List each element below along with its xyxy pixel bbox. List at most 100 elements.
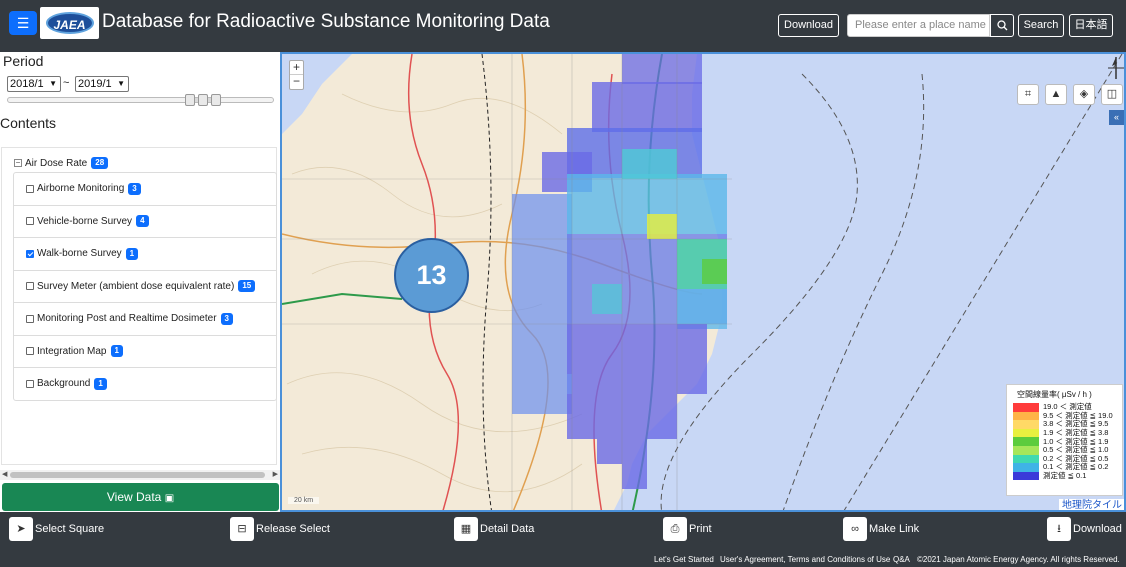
print-button[interactable]: ⎙ Print (663, 517, 712, 541)
minus-square-icon: ⊟ (230, 517, 254, 541)
contents-title: Contents (0, 115, 57, 131)
zoom-out-button[interactable]: − (290, 75, 303, 89)
make-link-label: Make Link (869, 523, 920, 535)
legend-swatch (1013, 411, 1039, 421)
legend-swatch (1013, 437, 1039, 446)
image-icon: ▣ (164, 493, 175, 504)
content-item[interactable]: Vehicle-borne Survey 4 (13, 204, 277, 238)
zoom-control: + − (289, 60, 304, 90)
range-handle-start[interactable] (185, 94, 195, 106)
jaea-logo: JAEA (40, 7, 99, 39)
terms-link[interactable]: User's Agreement, Terms and Conditions o… (720, 555, 890, 564)
content-item-label: Monitoring Post and Realtime Dosimeter (37, 313, 217, 325)
bottom-toolbar: ➤ Select Square ⊟ Release Select ▦ Detai… (0, 512, 1126, 546)
grid-icon[interactable]: ⌗ (1017, 84, 1039, 105)
legend-rows: 19.0 ＜ 測定値 9.5 ＜ 測定値 ≦ 19.0 3.8 ＜ 測定値 ≦ 9.… (1013, 403, 1116, 481)
period-from-select[interactable]: 2018/1 ▼ (7, 76, 61, 92)
map-view[interactable]: + − ⌗ ▲ ◈ ◫ « 13 空間線量率( μSv / h ) 19.0 ＜… (280, 52, 1126, 512)
legend-label: 測定値 ≦ 0.1 (1043, 471, 1087, 481)
scroll-right-icon[interactable]: ▶ (273, 470, 278, 478)
compare-icon[interactable]: ◫ (1101, 84, 1123, 105)
count-badge: 1 (94, 377, 107, 390)
collapse-panel-icon[interactable]: « (1109, 110, 1124, 125)
release-select-button[interactable]: ⊟ Release Select (230, 517, 330, 541)
select-square-label: Select Square (35, 523, 105, 535)
search-button[interactable]: Search (1018, 14, 1064, 37)
app-title: Database for Radioactive Substance Monit… (102, 11, 550, 32)
legend-swatch (1013, 463, 1039, 472)
checkbox[interactable] (26, 314, 34, 323)
terrain-icon[interactable]: ▲ (1045, 84, 1067, 105)
download-button[interactable]: Download (778, 14, 839, 37)
menu-icon[interactable]: ☰ (9, 11, 37, 35)
content-item[interactable]: Airborne Monitoring 3 (13, 172, 277, 206)
legend-swatch (1013, 471, 1039, 481)
tree-root-air-dose-rate[interactable]: − Air Dose Rate 28 (14, 157, 109, 169)
print-label: Print (689, 523, 712, 535)
horizontal-scrollbar[interactable]: ◀ ▶ (0, 470, 280, 480)
content-item[interactable]: Monitoring Post and Realtime Dosimeter 3 (13, 302, 277, 336)
qa-link[interactable]: Q&A (893, 555, 910, 564)
content-item[interactable]: Background 1 (13, 367, 277, 401)
scale-bar: 20 km (288, 497, 320, 504)
tile-credit-link[interactable]: 地理院タイル (1059, 499, 1124, 510)
view-data-button[interactable]: View Data ▣ (2, 483, 279, 511)
download-icon: ⭳ (1047, 517, 1071, 541)
checkbox[interactable] (26, 347, 34, 356)
select-square-button[interactable]: ➤ Select Square (9, 517, 104, 541)
make-link-button[interactable]: ∞ Make Link (843, 517, 919, 541)
layers-icon[interactable]: ◈ (1073, 84, 1095, 105)
tree-root-label: Air Dose Rate (25, 157, 88, 169)
content-item[interactable]: Survey Meter (ambient dose equivalent ra… (13, 269, 277, 303)
scroll-left-icon[interactable]: ◀ (2, 470, 7, 478)
period-separator: ~ (63, 77, 70, 89)
release-select-label: Release Select (256, 523, 330, 535)
checkbox[interactable] (26, 282, 34, 291)
scrollbar-thumb[interactable] (10, 472, 265, 478)
period-title: Period (3, 53, 44, 69)
checkbox[interactable] (26, 184, 34, 193)
print-icon: ⎙ (663, 517, 687, 541)
zoom-in-button[interactable]: + (290, 61, 303, 75)
content-item[interactable]: Integration Map 1 (13, 334, 277, 368)
sidebar: Period 2018/1 ▼ ~ 2019/1 ▼ Contents − Air … (0, 52, 280, 512)
checkbox[interactable] (26, 217, 34, 226)
count-badge: 3 (128, 182, 141, 195)
checkbox-checked[interactable] (26, 249, 34, 258)
chevron-down-icon: ▼ (117, 79, 125, 88)
bottom-download-button[interactable]: ⭳ Download (1047, 517, 1122, 541)
link-icon: ∞ (843, 517, 867, 541)
count-badge: 28 (91, 157, 109, 169)
legend-label: 1.9 ＜ 測定値 ≦ 3.8 (1043, 428, 1109, 438)
period-to-value: 2019/1 (78, 78, 112, 90)
period-to-select[interactable]: 2019/1 ▼ (75, 76, 129, 92)
checkbox[interactable] (26, 379, 34, 388)
cluster-marker[interactable]: 13 (394, 238, 469, 313)
content-item-label: Vehicle-borne Survey (37, 215, 133, 227)
range-handle-mid[interactable] (198, 94, 208, 106)
bottom-download-label: Download (1073, 523, 1122, 535)
count-badge: 1 (125, 247, 139, 260)
logo-text: JAEA (45, 12, 94, 34)
legend-title: 空間線量率( μSv / h ) (1017, 390, 1092, 399)
content-item-label: Walk-borne Survey (37, 248, 122, 260)
getting-started-link[interactable]: Let's Get Started (654, 555, 714, 564)
detail-data-label: Detail Data (480, 523, 535, 535)
search-icon[interactable] (990, 14, 1014, 37)
search-input[interactable]: Please enter a place name o (847, 14, 990, 37)
footer: Let's Get Started User's Agreement, Term… (0, 546, 1126, 567)
legend-row: 測定値 ≦ 0.1 (1013, 472, 1116, 481)
legend-swatch (1013, 445, 1039, 455)
detail-data-button[interactable]: ▦ Detail Data (454, 517, 534, 541)
content-item-label: Integration Map (37, 345, 107, 357)
content-item-list: Airborne Monitoring 3 Vehicle-borne Surv… (13, 172, 277, 401)
content-item-label: Background (37, 378, 91, 390)
language-button[interactable]: 日本語 (1069, 14, 1113, 37)
top-header: ☰ JAEA Database for Radioactive Substanc… (0, 0, 1126, 52)
collapse-icon[interactable]: − (14, 159, 22, 167)
content-item[interactable]: Walk-borne Survey 1 (13, 237, 277, 271)
period-range-track[interactable] (7, 97, 274, 103)
legend-swatch (1013, 454, 1039, 464)
range-handle-end[interactable] (211, 94, 221, 106)
table-icon: ▦ (454, 517, 478, 541)
